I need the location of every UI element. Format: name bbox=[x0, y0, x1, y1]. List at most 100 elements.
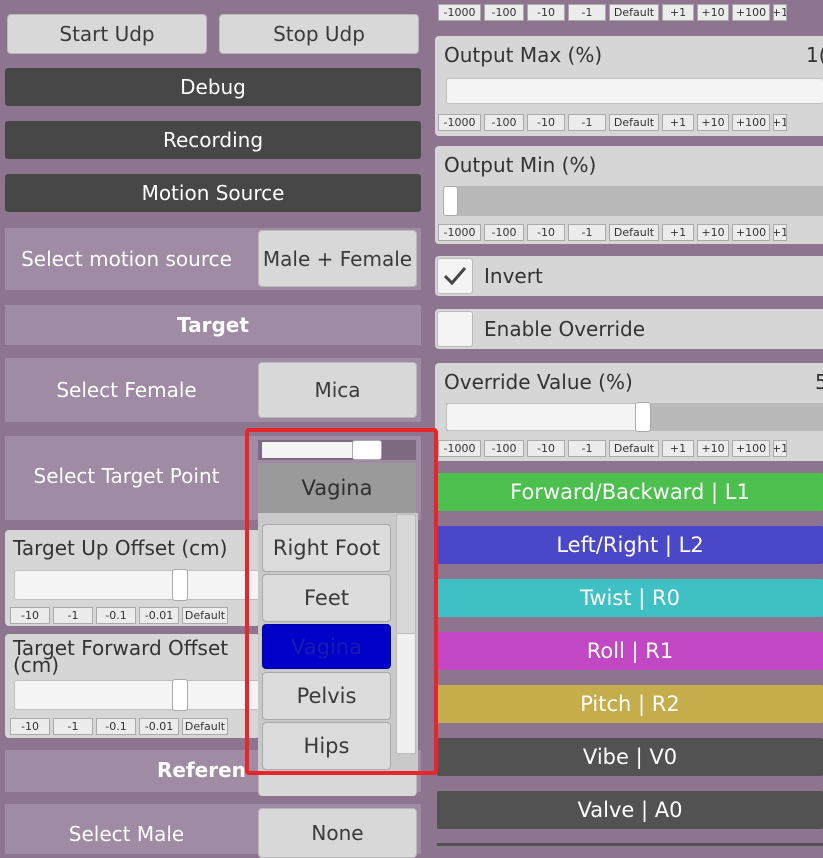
step-button[interactable]: -1000 bbox=[438, 4, 481, 21]
output-min-slider-handle[interactable] bbox=[443, 186, 458, 216]
dropdown-option-vagina[interactable]: Vagina bbox=[262, 624, 391, 669]
output-max-slider[interactable] bbox=[446, 78, 823, 104]
target-header: Target bbox=[5, 305, 421, 345]
forward-offset-steps: -10 -1 -0.1 -0.01 Default bbox=[10, 718, 228, 735]
step-button[interactable]: -1 bbox=[568, 224, 606, 241]
select-target-point-label: Select Target Point bbox=[33, 464, 220, 488]
motion-source-section-button[interactable]: Motion Source bbox=[5, 174, 421, 212]
step-button[interactable]: +1 bbox=[773, 4, 787, 21]
step-button[interactable]: Default bbox=[609, 4, 659, 21]
step-button[interactable]: -100 bbox=[484, 224, 524, 241]
step-button[interactable]: +1 bbox=[662, 224, 694, 241]
step-button[interactable]: -1000 bbox=[438, 224, 481, 241]
step-button[interactable]: -10 bbox=[527, 440, 565, 457]
step-button[interactable]: -100 bbox=[484, 4, 524, 21]
step-button[interactable]: +1 bbox=[773, 224, 787, 241]
dropdown-option-right-foot[interactable]: Right Foot bbox=[262, 524, 391, 572]
step-button[interactable]: +10 bbox=[697, 114, 729, 131]
male-select[interactable]: None bbox=[258, 808, 417, 858]
override-value-slider[interactable] bbox=[446, 403, 642, 431]
step-button[interactable]: -10 bbox=[527, 224, 565, 241]
step-button[interactable]: Default bbox=[609, 224, 659, 241]
step-button[interactable]: +1 bbox=[773, 440, 787, 457]
step-button[interactable]: -100 bbox=[484, 440, 524, 457]
top-steps: -1000 -100 -10 -1 Default +1 +10 +100 +1 bbox=[438, 4, 787, 21]
start-udp-button[interactable]: Start Udp bbox=[7, 14, 207, 54]
up-offset-slider[interactable] bbox=[14, 570, 260, 600]
target-point-select[interactable]: Vagina bbox=[258, 463, 416, 513]
axis-button-l2[interactable]: Left/Right | L2 bbox=[437, 526, 823, 564]
step-button[interactable]: -100 bbox=[484, 114, 524, 131]
step-button[interactable]: Default bbox=[182, 607, 228, 624]
step-button[interactable]: +10 bbox=[697, 224, 729, 241]
motion-source-select[interactable]: Male + Female bbox=[258, 230, 417, 287]
forward-offset-slider-handle[interactable] bbox=[172, 679, 188, 711]
output-min-steps: -1000 -100 -10 -1 Default +1 +10 +100 +1 bbox=[438, 224, 787, 241]
step-button[interactable]: Default bbox=[182, 718, 228, 735]
step-button[interactable]: Default bbox=[609, 440, 659, 457]
override-value-steps: -1000 -100 -10 -1 Default +1 +10 +100 +1 bbox=[438, 440, 787, 457]
step-button[interactable]: +10 bbox=[697, 440, 729, 457]
output-max-steps: -1000 -100 -10 -1 Default +1 +10 +100 +1 bbox=[438, 114, 787, 131]
select-female-label: Select Female bbox=[56, 378, 197, 402]
stop-udp-button[interactable]: Stop Udp bbox=[219, 14, 419, 54]
up-offset-label: Target Up Offset (cm) bbox=[13, 536, 228, 560]
step-button[interactable]: -1 bbox=[53, 718, 93, 735]
step-button[interactable]: +100 bbox=[732, 4, 770, 21]
override-value-slider-handle[interactable] bbox=[635, 402, 651, 432]
dropdown-option-pelvis[interactable]: Pelvis bbox=[262, 672, 391, 720]
step-button[interactable]: -0.1 bbox=[96, 718, 136, 735]
forward-offset-slider[interactable] bbox=[14, 680, 260, 710]
step-button[interactable]: +100 bbox=[732, 224, 770, 241]
axis-button-r0[interactable]: Twist | R0 bbox=[437, 579, 823, 617]
enable-override-checkbox[interactable] bbox=[437, 311, 473, 347]
step-button[interactable]: -1 bbox=[53, 607, 93, 624]
step-button[interactable]: +100 bbox=[732, 114, 770, 131]
step-button[interactable]: -10 bbox=[527, 4, 565, 21]
step-button[interactable]: -1000 bbox=[438, 440, 481, 457]
step-button[interactable]: -10 bbox=[10, 607, 50, 624]
dropdown-option-hips[interactable]: Hips bbox=[262, 722, 391, 770]
female-select[interactable]: Mica bbox=[258, 362, 417, 418]
step-button[interactable]: -10 bbox=[10, 718, 50, 735]
axis-button-v0[interactable]: Vibe | V0 bbox=[437, 738, 823, 776]
axis-button-a0[interactable]: Valve | A0 bbox=[437, 791, 823, 829]
dropdown-slider-handle[interactable] bbox=[352, 440, 382, 460]
up-offset-steps: -10 -1 -0.1 -0.01 Default bbox=[10, 607, 228, 624]
dropdown-scrollbar-track-upper bbox=[396, 514, 416, 634]
step-button[interactable]: -1 bbox=[568, 440, 606, 457]
step-button[interactable]: -1 bbox=[568, 4, 606, 21]
step-button[interactable]: -1000 bbox=[438, 114, 481, 131]
reference-header: Referen bbox=[157, 758, 246, 782]
step-button[interactable]: -0.01 bbox=[139, 718, 179, 735]
output-max-label: Output Max (%) bbox=[444, 43, 603, 67]
step-button[interactable]: -0.1 bbox=[96, 607, 136, 624]
step-button[interactable]: Default bbox=[609, 114, 659, 131]
debug-section-button[interactable]: Debug bbox=[5, 68, 421, 106]
step-button[interactable]: -10 bbox=[527, 114, 565, 131]
select-male-label: Select Male bbox=[68, 822, 185, 846]
reference-select-partial[interactable] bbox=[258, 770, 417, 796]
step-button[interactable]: +1 bbox=[773, 114, 787, 131]
step-button[interactable]: +1 bbox=[662, 4, 694, 21]
dropdown-option-feet[interactable]: Feet bbox=[262, 574, 391, 622]
step-button[interactable]: +10 bbox=[697, 4, 729, 21]
output-max-value: 1( bbox=[806, 43, 823, 67]
output-min-label: Output Min (%) bbox=[444, 153, 597, 177]
invert-checkbox[interactable] bbox=[437, 258, 473, 294]
step-button[interactable]: +100 bbox=[732, 440, 770, 457]
enable-override-label: Enable Override bbox=[484, 317, 646, 341]
axis-button-l1[interactable]: Forward/Backward | L1 bbox=[437, 473, 823, 511]
axis-button-r1[interactable]: Roll | R1 bbox=[437, 632, 823, 670]
step-button[interactable]: -0.01 bbox=[139, 607, 179, 624]
step-button[interactable]: +1 bbox=[662, 114, 694, 131]
output-min-slider[interactable] bbox=[446, 186, 823, 216]
forward-offset-label: Target Forward Offset (cm) bbox=[13, 636, 229, 677]
invert-label: Invert bbox=[484, 264, 543, 288]
step-button[interactable]: +1 bbox=[662, 440, 694, 457]
axis-button-r2[interactable]: Pitch | R2 bbox=[437, 685, 823, 723]
step-button[interactable]: -1 bbox=[568, 114, 606, 131]
up-offset-slider-handle[interactable] bbox=[172, 569, 188, 601]
recording-section-button[interactable]: Recording bbox=[5, 121, 421, 159]
motion-source-label: Select motion source bbox=[21, 247, 232, 271]
